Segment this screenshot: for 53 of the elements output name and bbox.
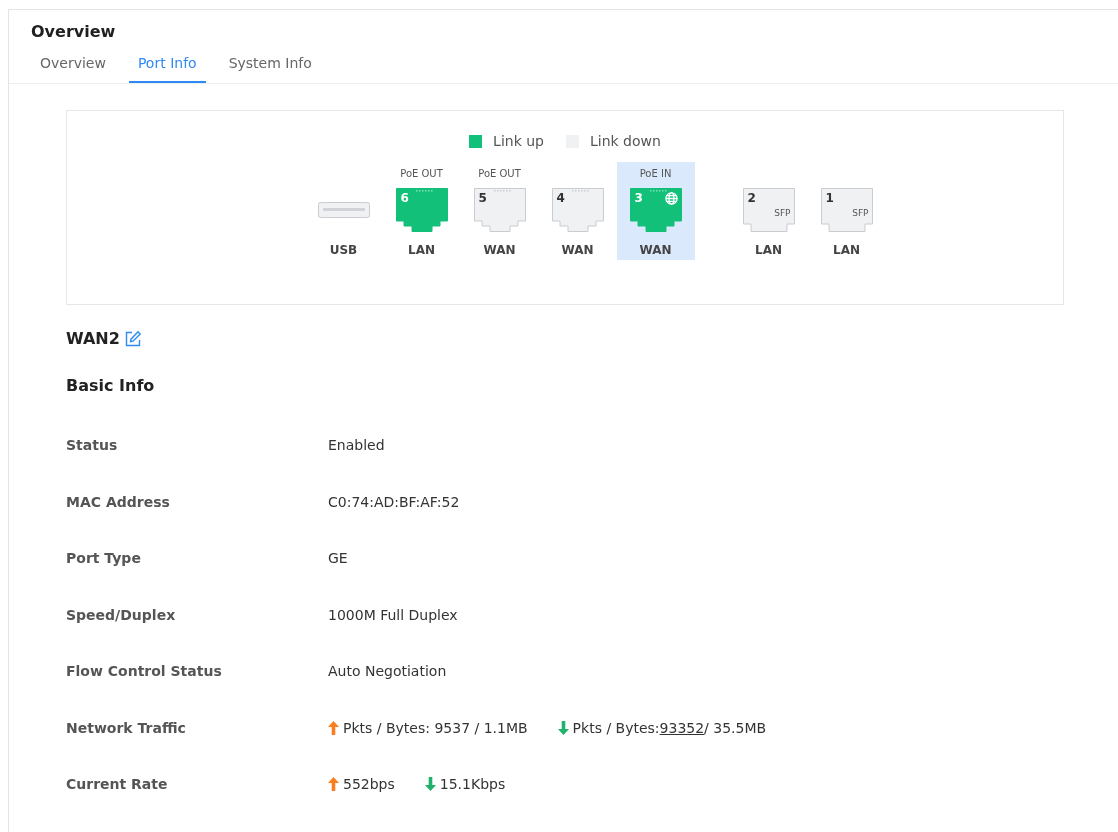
field-value: C0:74:AD:BF:AF:52 — [328, 493, 460, 510]
field-label: Network Traffic — [66, 719, 187, 736]
upload-value: 552bps — [343, 776, 395, 792]
port-number: 1 — [825, 191, 834, 205]
port-number: 2 — [747, 191, 756, 205]
port-name: LAN — [833, 243, 860, 257]
field-label: Port Type — [66, 550, 142, 566]
field-label: MAC Address — [66, 493, 171, 510]
field-label: Speed/Duplex — [66, 606, 177, 623]
upload-value: Pkts / Bytes: 9537 / 1.1MB — [343, 719, 528, 736]
port[interactable]: PoE OUT 6 LAN — [382, 162, 461, 260]
edit-icon[interactable] — [123, 329, 142, 348]
poe-label: PoE OUT — [400, 168, 443, 181]
port-name: LAN — [755, 243, 782, 257]
port-name: WAN — [561, 243, 594, 257]
field-value: Enabled — [328, 437, 385, 453]
field-value: 1000M Full Duplex — [328, 606, 458, 623]
port-number: 4 — [556, 191, 565, 205]
field-value: Auto Negotiation — [328, 663, 447, 679]
legend-label: Link down — [590, 133, 661, 149]
tab[interactable]: Overview — [31, 55, 115, 83]
section-title: Basic Info — [66, 376, 156, 395]
port-number: 3 — [634, 191, 643, 205]
download-value: 15.1Kbps — [439, 776, 506, 792]
port-type-label: SFP — [852, 208, 869, 218]
up-arrow-icon — [328, 777, 339, 791]
port-type-label: SFP — [774, 208, 791, 218]
down-arrow-icon — [557, 720, 569, 735]
field-label: Flow Control Status — [66, 663, 223, 679]
poe-label: PoE OUT — [478, 168, 521, 181]
legend-label: Link up — [493, 133, 544, 149]
port[interactable]: 2 SFP LAN — [729, 162, 808, 260]
field-label: Status — [66, 437, 119, 453]
port-name: WAN — [483, 243, 516, 257]
download-value: Pkts / Bytes:93352/ 35.5MB — [572, 719, 767, 736]
poe-label: PoE IN — [639, 168, 672, 181]
port[interactable]: PoE OUT 5 WAN — [460, 162, 539, 260]
tab[interactable]: System Info — [219, 55, 321, 83]
port[interactable]: PoE IN 3 WAN — [616, 162, 695, 260]
port[interactable]: 4 WAN — [538, 162, 617, 260]
port[interactable]: 1 SFP LAN — [807, 162, 886, 260]
port-title: WAN2 — [66, 329, 120, 348]
port-name: LAN — [408, 243, 435, 257]
field-value: GE — [328, 550, 348, 566]
down-arrow-icon — [424, 777, 436, 791]
port-number: 5 — [478, 191, 487, 205]
up-arrow-icon — [328, 720, 339, 735]
port-number: 6 — [400, 191, 409, 205]
page-title: Overview — [30, 21, 117, 41]
port-name: USB — [329, 243, 358, 257]
port[interactable]: USB — [304, 162, 383, 260]
field-label: Current Rate — [66, 776, 169, 792]
port-name: WAN — [639, 243, 672, 257]
